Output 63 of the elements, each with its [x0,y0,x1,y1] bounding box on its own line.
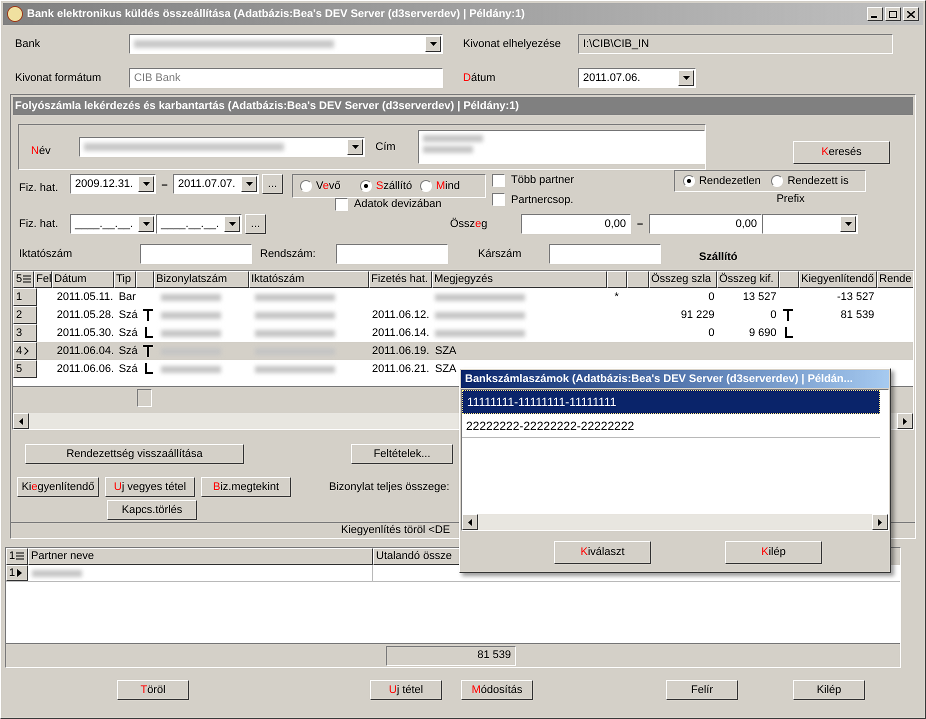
table-cell-text: Szá [118,362,138,377]
dialog-title: Bankszámlaszámok (Adatbázis:Bea's DEV Server (d3serverdev) | Példán... [465,372,853,387]
total-label: Bizonylat teljes összege: [329,480,450,495]
table-cell-text: 91 229 [680,308,714,323]
due-label: Fiz. hat. [19,216,60,232]
total-cell: 81 539 [386,646,516,666]
due-label: Fiz. hat. [19,181,60,196]
table-cell-text: 13 527 [742,290,776,305]
table-cell-text: Szá [118,344,138,359]
row-number: 4 [13,342,37,360]
table-cell-text: 81 539 [840,308,874,323]
location-label: Kivonat elhelyezése [463,36,562,52]
table-cell-text: Szá [118,326,138,341]
radio-label: Rendezett is [787,174,849,189]
checkbox-label: Partnercsop. [511,192,574,208]
row-number: 5 [13,360,37,378]
format-label: Kivonat formátum [15,70,102,86]
checkbox-label: Több partner [511,173,574,188]
table-cell-text: 2011.05.11. [56,290,114,305]
name-label: Név [31,144,52,159]
table-cell-text: SZA [435,362,456,377]
claim-label: Kárszám [478,246,522,262]
dash-text: – [160,178,169,193]
row-number: 1 [13,288,37,306]
radio-label: Szállító [376,178,412,194]
table-cell-text: * [614,290,619,305]
table-cell-text: -13 527 [837,290,874,305]
table-cell-text: 2011.06.12. [372,308,430,323]
table-cell-text: 0 [708,290,714,305]
table-cell-text: 2011.06.21. [372,362,430,377]
status-text: Kiegyenlítés töröl <DE [341,523,450,538]
date-label: Dátum [463,70,496,86]
filing-label: Iktatószám [19,246,74,262]
address-label: Cím [375,140,397,155]
panel-title-bar: Folyószámla lekérdezés és karbantartás (Adatbázis:Bea's DEV Server (d3serverdev) | Példány:1) [13,97,913,115]
dash-text: – [636,216,644,232]
checkbox-label: Adatok devizában [354,196,442,212]
row-number: 2 [13,306,37,324]
table-cell-text: 2011.06.06. [56,362,114,377]
table-cell-text: 0 [708,326,714,341]
table-cell-text: 2011.06.19. [372,344,430,359]
window-title: Bank elektronikus küldés összeállítása (Adatbázis:Bea's DEV Server (d3serverdev) | Példány:1) [27,6,525,22]
row-number: 1 [6,565,28,581]
row-number: 3 [13,324,37,342]
table-cell-text: 2011.05.30. [56,326,114,341]
radio-label: Rendezetlen [698,174,761,189]
amount-label: Összeg [450,216,488,232]
radio-label: Vevő [316,178,340,194]
plate-label: Rendszám: [260,246,317,262]
radio-label: Mind [436,178,460,194]
table-cell-text: 9 690 [748,326,776,341]
table-cell-text: Bar [118,290,136,305]
table-cell-text: 2011.06.04. [56,344,114,359]
table-cell-text: 2011.05.28. [56,308,114,323]
grid-heading: Szállító [699,250,738,265]
table-cell-text: 0 [770,308,776,323]
table-cell-text: SZA [435,344,456,359]
table-cell-text: Szá [118,308,138,323]
table-cell-text: 2011.06.14. [372,326,430,341]
prefix-label: Prefix [776,192,805,207]
bank-label: Bank [15,36,42,52]
row-count-header: 1 [6,548,28,565]
row-count-header: 5 [13,271,34,288]
